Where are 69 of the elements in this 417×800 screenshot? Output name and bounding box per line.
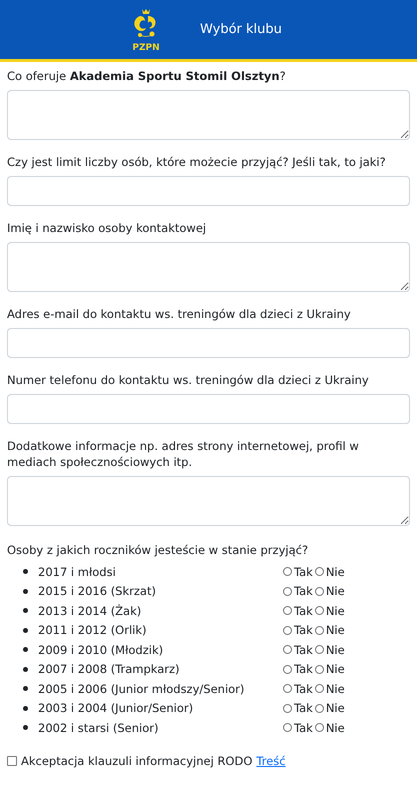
field-label: Numer telefonu do kontaktu ws. treningów dla dzieci z Ukrainy: [7, 372, 370, 388]
radio-label: Tak: [294, 564, 313, 579]
age-group-label: 2005 i 2006 (Junior młodszy/Senior): [38, 682, 246, 696]
radio-button[interactable]: [283, 606, 292, 616]
radio-button[interactable]: [283, 723, 292, 732]
bullet-icon: [23, 686, 28, 692]
radio-label: Nie: [326, 662, 345, 676]
input-field[interactable]: [7, 394, 410, 424]
radio-button[interactable]: [314, 626, 324, 635]
bullet-icon: [23, 706, 28, 711]
field-label: Adres e-mail do kontaktu ws. treningów dla dzieci z Ukrainy: [7, 306, 352, 322]
age-group-label: 2013 i 2014 (Żak): [38, 604, 142, 618]
radio-label: Tak: [294, 584, 313, 598]
radio-button[interactable]: [283, 664, 292, 674]
radio-label: Tak: [294, 642, 313, 657]
bullet-icon: [23, 628, 28, 633]
age-group-label: 2015 i 2016 (Skrzat): [38, 584, 157, 598]
radio-button[interactable]: [283, 626, 292, 635]
field-label: Dodatkowe informacje np. adres strony internetowej, profil w mediach społecznościowych itp.: [7, 438, 360, 470]
radio-button[interactable]: [283, 704, 292, 713]
bullet-icon: [23, 725, 28, 730]
question-label: Osoby z jakich roczników jesteście w stanie przyjąć?: [7, 542, 310, 558]
radio-button[interactable]: [314, 704, 324, 713]
radio-button[interactable]: [314, 567, 324, 576]
field-label: Imię i nazwisko osoby kontaktowej: [7, 220, 208, 236]
consent-checkbox[interactable]: [7, 756, 17, 766]
logo-text: PZPN: [132, 42, 160, 52]
radio-label: Nie: [326, 642, 345, 657]
radio-button[interactable]: [314, 684, 324, 694]
radio-button[interactable]: [283, 586, 292, 596]
age-group-label: 2009 i 2010 (Młodzik): [38, 642, 164, 657]
radio-button[interactable]: [314, 586, 324, 596]
radio-label: Nie: [326, 584, 345, 598]
field-label: Co oferuje Akademia Sportu Stomil Olsztyn?: [7, 68, 287, 84]
radio-label: Tak: [294, 604, 313, 618]
content-link[interactable]: Treść: [256, 754, 286, 768]
radio-button[interactable]: [314, 606, 324, 616]
input-field[interactable]: [7, 176, 410, 206]
radio-label: Tak: [294, 623, 313, 638]
radio-button[interactable]: [283, 567, 292, 576]
radio-label: Tak: [294, 701, 313, 716]
radio-button[interactable]: [314, 723, 324, 732]
radio-button[interactable]: [314, 664, 324, 674]
bullet-icon: [23, 588, 28, 594]
bullet-icon: [23, 647, 28, 652]
radio-label: Nie: [326, 564, 345, 579]
age-group-label: 2011 i 2012 (Orlik): [38, 623, 148, 638]
bullet-icon: [23, 666, 28, 672]
radio-label: Nie: [326, 682, 345, 696]
page-title: Wybór klubu: [200, 22, 282, 37]
radio-label: Nie: [326, 720, 345, 735]
input-field[interactable]: [7, 328, 410, 358]
radio-label: Nie: [326, 604, 345, 618]
radio-button[interactable]: [314, 645, 324, 654]
bullet-icon: [23, 569, 28, 574]
bullet-icon: [23, 608, 28, 614]
age-group-label: 2007 i 2008 (Trampkarz): [38, 662, 181, 676]
age-group-label: 2017 i młodsi: [38, 564, 117, 579]
radio-label: Tak: [294, 682, 313, 696]
radio-label: Tak: [294, 720, 313, 735]
radio-label: Nie: [326, 701, 345, 716]
consent-label: Akceptacja klauzuli informacyjnej RODO: [21, 754, 252, 768]
field-label: Czy jest limit liczby osób, które możecie przyjąć? Jeśli tak, to jaki?: [7, 154, 387, 170]
radio-label: Nie: [326, 623, 345, 638]
radio-label: Tak: [294, 662, 313, 676]
radio-button[interactable]: [283, 645, 292, 654]
radio-button[interactable]: [283, 684, 292, 694]
age-group-label: 2003 i 2004 (Junior/Senior): [38, 701, 194, 716]
age-group-label: 2002 i starsi (Senior): [38, 720, 160, 735]
